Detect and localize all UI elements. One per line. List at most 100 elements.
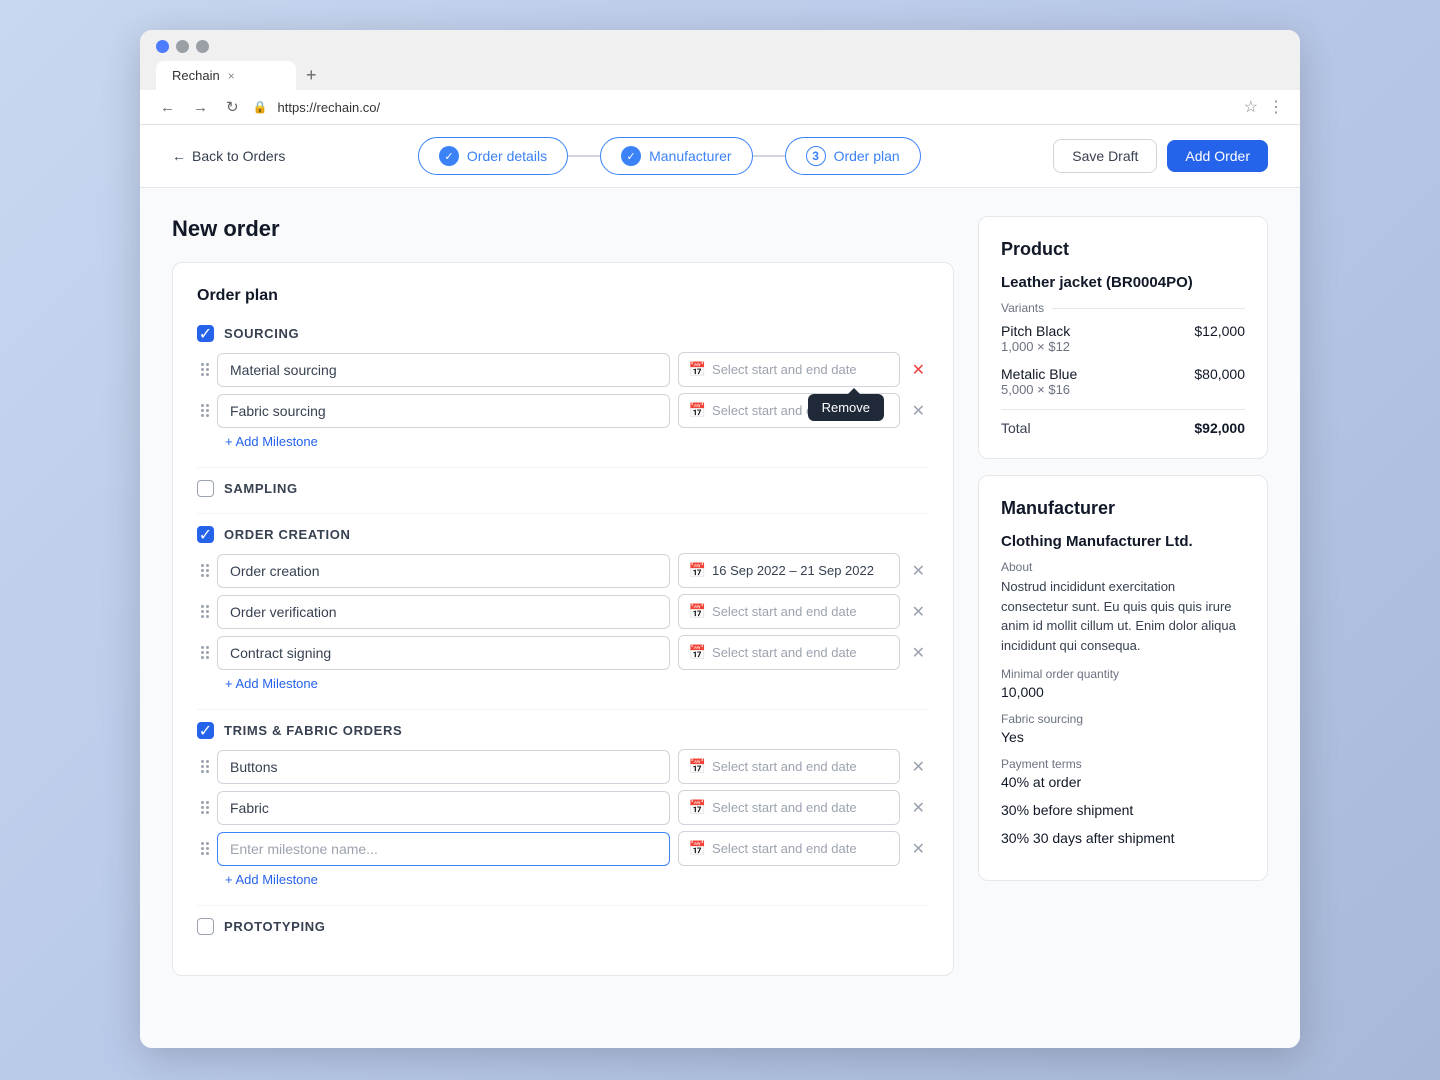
- browser-tab[interactable]: Rechain ×: [156, 61, 296, 90]
- remove-milestone-button[interactable]: ✕: [908, 559, 929, 583]
- step-order-details[interactable]: ✓ Order details: [418, 137, 568, 175]
- drag-handle[interactable]: [201, 801, 209, 814]
- add-milestone-order-creation[interactable]: + Add Milestone: [225, 676, 318, 691]
- section-sourcing: ✓ SOURCING: [197, 325, 929, 451]
- step-manufacturer[interactable]: ✓ Manufacturer: [600, 137, 752, 175]
- order-plan-card-title: Order plan: [197, 287, 929, 305]
- prototyping-checkbox[interactable]: [197, 918, 214, 935]
- product-section-title: Product: [1001, 239, 1245, 260]
- browser-menu-icon[interactable]: ⋮: [1268, 97, 1284, 117]
- calendar-icon: 📅: [689, 603, 706, 620]
- new-tab-button[interactable]: +: [300, 65, 323, 86]
- drag-handle[interactable]: [201, 564, 209, 577]
- sourcing-milestones: 📅 Select start and end date ✕ Remove: [201, 352, 929, 428]
- remove-milestone-button[interactable]: ✕: [908, 641, 929, 665]
- milestone-name-input[interactable]: [217, 353, 670, 387]
- section-trims-fabric: ✓ TRIMS & FABRIC ORDERS: [197, 722, 929, 889]
- drag-handle[interactable]: [201, 404, 209, 417]
- milestone-row: 📅 Select start and end date ✕: [201, 635, 929, 670]
- milestone-name-input[interactable]: [217, 636, 670, 670]
- milestone-row: 📅 Select start and end date ✕ Remove: [201, 352, 929, 387]
- remove-milestone-button[interactable]: ✕: [908, 796, 929, 820]
- variant-price: $80,000: [1194, 366, 1245, 382]
- date-picker[interactable]: 📅 Select start and end date: [678, 831, 900, 866]
- drag-handle[interactable]: [201, 842, 209, 855]
- sourcing-checkbox[interactable]: ✓: [197, 325, 214, 342]
- date-display: 16 Sep 2022 – 21 Sep 2022: [712, 563, 874, 578]
- date-picker[interactable]: 📅 16 Sep 2022 – 21 Sep 2022: [678, 553, 900, 588]
- remove-milestone-button[interactable]: ✕: [908, 358, 929, 382]
- dot-1: [156, 40, 169, 53]
- new-milestone-name-input[interactable]: [217, 832, 670, 866]
- remove-milestone-button[interactable]: ✕: [908, 600, 929, 624]
- trims-fabric-checkbox[interactable]: ✓: [197, 722, 214, 739]
- step-label-order-plan: Order plan: [834, 148, 900, 164]
- milestone-name-input[interactable]: [217, 554, 670, 588]
- milestone-name-input[interactable]: [217, 394, 670, 428]
- forward-nav-button[interactable]: →: [189, 97, 212, 118]
- lock-icon: 🔒: [253, 100, 268, 114]
- section-divider: [197, 905, 929, 906]
- sampling-checkbox[interactable]: [197, 480, 214, 497]
- milestone-name-input[interactable]: [217, 595, 670, 629]
- order-creation-milestones: 📅 16 Sep 2022 – 21 Sep 2022 ✕: [201, 553, 929, 670]
- remove-milestone-button[interactable]: ✕: [908, 755, 929, 779]
- date-picker[interactable]: 📅 Select start and end date: [678, 790, 900, 825]
- milestone-row: 📅 16 Sep 2022 – 21 Sep 2022 ✕: [201, 553, 929, 588]
- drag-handle[interactable]: [201, 363, 209, 376]
- date-picker[interactable]: 📅 Select start and end date: [678, 635, 900, 670]
- add-milestone-sourcing[interactable]: + Add Milestone: [225, 434, 318, 449]
- back-nav-button[interactable]: ←: [156, 97, 179, 118]
- variant-price: $12,000: [1194, 323, 1245, 339]
- sampling-label: SAMPLING: [224, 481, 298, 496]
- step-connector-2: [753, 155, 785, 157]
- date-picker[interactable]: 📅 Select start and end date: [678, 594, 900, 629]
- milestone-row: 📅 Select start and end date ✕: [201, 790, 929, 825]
- payment-line1: 40% at order: [1001, 774, 1245, 790]
- variant-qty: 5,000 × $16: [1001, 382, 1077, 397]
- about-text: Nostrud incididunt exercitation consecte…: [1001, 577, 1245, 655]
- check-icon: ✓: [199, 721, 212, 741]
- remove-milestone-button[interactable]: ✕: [908, 837, 929, 861]
- add-milestone-trims[interactable]: + Add Milestone: [225, 872, 318, 887]
- variants-divider: [1052, 308, 1245, 309]
- check-icon: ✓: [199, 525, 212, 545]
- remove-milestone-button[interactable]: ✕: [908, 399, 929, 423]
- about-label: About: [1001, 560, 1245, 574]
- fabric-sourcing-value: Yes: [1001, 729, 1245, 745]
- save-draft-button[interactable]: Save Draft: [1053, 139, 1157, 173]
- date-picker[interactable]: 📅 Select start and end date: [678, 749, 900, 784]
- drag-handle[interactable]: [201, 760, 209, 773]
- moq-label: Minimal order quantity: [1001, 667, 1245, 681]
- back-to-orders-link[interactable]: ← Back to Orders: [172, 148, 285, 164]
- remove-tooltip: Remove: [808, 394, 884, 421]
- product-name: Leather jacket (BR0004PO): [1001, 274, 1245, 291]
- step-order-plan[interactable]: 3 Order plan: [785, 137, 921, 175]
- steps-bar: ✓ Order details ✓ Manufacturer 3 Order p…: [418, 137, 921, 175]
- trims-fabric-milestones: 📅 Select start and end date ✕: [201, 749, 929, 866]
- calendar-icon: 📅: [689, 402, 706, 419]
- bookmark-icon[interactable]: ☆: [1244, 97, 1258, 117]
- section-order-creation-header: ✓ ORDER CREATION: [197, 526, 929, 543]
- add-order-button[interactable]: Add Order: [1167, 140, 1268, 172]
- tab-close-button[interactable]: ×: [228, 69, 235, 83]
- dot-3: [196, 40, 209, 53]
- browser-chrome: Rechain × +: [140, 30, 1300, 90]
- drag-handle[interactable]: [201, 605, 209, 618]
- date-display: Select start and end date: [712, 604, 857, 619]
- order-creation-checkbox[interactable]: ✓: [197, 526, 214, 543]
- moq-value: 10,000: [1001, 684, 1245, 700]
- milestone-name-input[interactable]: [217, 750, 670, 784]
- date-picker[interactable]: 📅 Select start and end date: [678, 352, 900, 387]
- prototyping-label: PROTOTYPING: [224, 919, 326, 934]
- variant-info: Pitch Black 1,000 × $12: [1001, 323, 1070, 354]
- section-trims-fabric-header: ✓ TRIMS & FABRIC ORDERS: [197, 722, 929, 739]
- milestone-name-input[interactable]: [217, 791, 670, 825]
- drag-handle[interactable]: [201, 646, 209, 659]
- variant-row: Metalic Blue 5,000 × $16 $80,000: [1001, 366, 1245, 397]
- milestone-row: 📅 Select start and end date ✕: [201, 594, 929, 629]
- milestone-row: 📅 Select start and end date ✕: [201, 831, 929, 866]
- reload-button[interactable]: ↻: [222, 96, 243, 118]
- tab-title: Rechain: [172, 68, 220, 83]
- address-bar: ← → ↻ 🔒 https://rechain.co/ ☆ ⋮: [140, 90, 1300, 125]
